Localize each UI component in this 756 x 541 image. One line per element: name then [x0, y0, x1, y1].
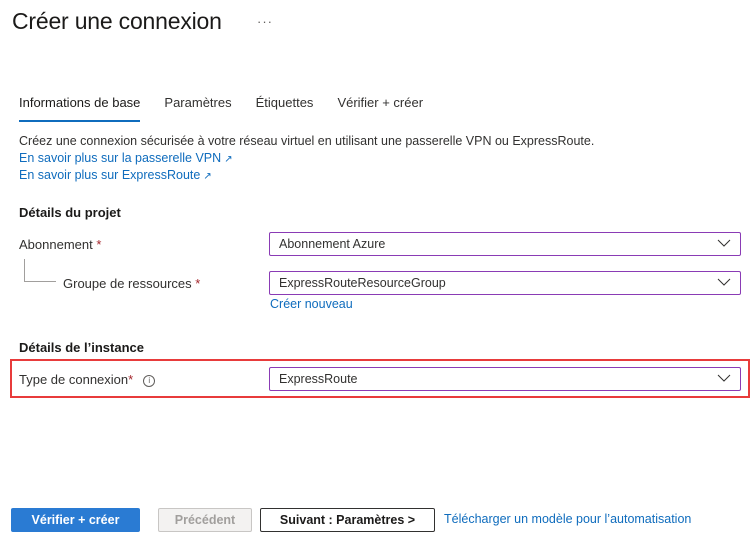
- external-link-icon: ↗: [203, 171, 212, 182]
- external-link-icon: ↗: [224, 154, 233, 165]
- connection-type-select[interactable]: ExpressRoute: [269, 367, 741, 391]
- instance-details-heading: Détails de l’instance: [19, 340, 144, 355]
- tab-settings[interactable]: Paramètres: [164, 94, 231, 124]
- connection-type-label-text: Type de connexion: [19, 372, 129, 387]
- resource-group-value: ExpressRouteResourceGroup: [279, 276, 446, 290]
- required-marker: *: [96, 237, 102, 252]
- chevron-down-icon: [717, 374, 731, 382]
- previous-button[interactable]: Précédent: [158, 508, 252, 532]
- tab-basics[interactable]: Informations de base: [19, 94, 141, 124]
- expressroute-learn-more-text[interactable]: En savoir plus sur ExpressRoute: [19, 168, 200, 182]
- resource-group-select[interactable]: ExpressRouteResourceGroup: [269, 271, 741, 295]
- subscription-value: Abonnement Azure: [279, 237, 386, 251]
- connection-type-value: ExpressRoute: [279, 372, 358, 386]
- next-settings-button[interactable]: Suivant : Paramètres >: [260, 508, 435, 532]
- subscription-select[interactable]: Abonnement Azure: [269, 232, 741, 256]
- download-template-link[interactable]: Télécharger un modèle pour l’automatisat…: [444, 512, 691, 526]
- chevron-down-icon: [717, 239, 731, 247]
- required-marker: *: [195, 276, 201, 291]
- tree-connector-horizontal: [24, 281, 56, 282]
- tree-connector-vertical: [24, 259, 25, 281]
- create-new-resource-group-link[interactable]: Créer nouveau: [270, 297, 353, 311]
- connection-type-label: Type de connexion* i: [19, 372, 156, 387]
- resource-group-label: Groupe de ressources *: [63, 276, 200, 291]
- resource-group-label-text: Groupe de ressources: [63, 276, 192, 291]
- info-icon[interactable]: i: [143, 375, 156, 387]
- vpn-learn-more-link[interactable]: En savoir plus sur la passerelle VPN ↗: [19, 151, 233, 165]
- vpn-learn-more-text[interactable]: En savoir plus sur la passerelle VPN: [19, 151, 221, 165]
- project-details-heading: Détails du projet: [19, 205, 121, 220]
- subscription-label-text: Abonnement: [19, 237, 93, 252]
- page-title: Créer une connexion: [12, 8, 222, 34]
- subscription-label: Abonnement *: [19, 237, 101, 252]
- intro-description: Créez une connexion sécurisée à votre ré…: [19, 134, 595, 148]
- tab-bar: Informations de base Paramètres Étiquett…: [19, 94, 447, 124]
- required-marker: *: [128, 372, 134, 387]
- expressroute-learn-more-link[interactable]: En savoir plus sur ExpressRoute ↗: [19, 168, 212, 182]
- tab-review-create[interactable]: Vérifier + créer: [337, 94, 423, 124]
- tab-tags[interactable]: Étiquettes: [256, 94, 314, 124]
- chevron-down-icon: [717, 278, 731, 286]
- more-options-icon[interactable]: ···: [257, 14, 273, 29]
- review-create-button[interactable]: Vérifier + créer: [11, 508, 140, 532]
